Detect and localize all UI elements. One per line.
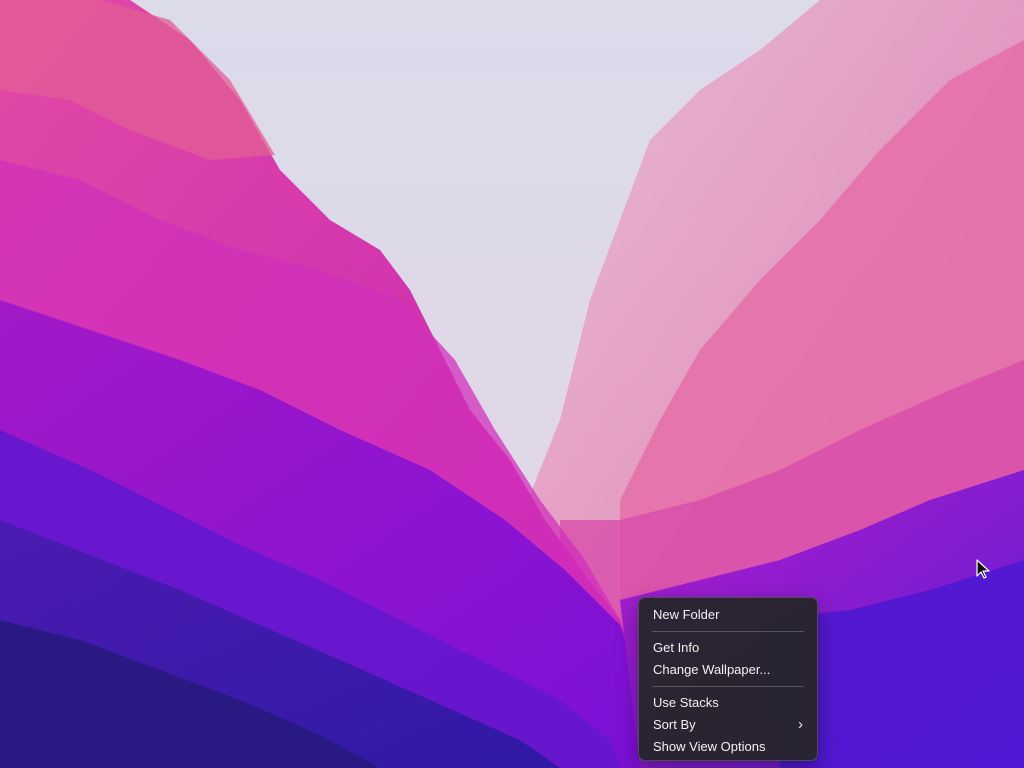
menu-item-label: Use Stacks [653, 695, 719, 710]
menu-item-change-wallpaper[interactable]: Change Wallpaper... [639, 659, 817, 681]
desktop-wallpaper[interactable] [0, 0, 1024, 768]
desktop-context-menu: New Folder Get Info Change Wallpaper... … [638, 597, 818, 761]
chevron-right-icon: › [798, 716, 803, 733]
menu-item-label: Change Wallpaper... [653, 662, 771, 677]
menu-item-label: Show View Options [653, 739, 766, 754]
menu-item-label: Sort By [653, 717, 696, 732]
mouse-pointer-icon [976, 559, 990, 579]
menu-separator [652, 686, 804, 687]
menu-item-sort-by[interactable]: Sort By › [639, 714, 817, 736]
menu-item-get-info[interactable]: Get Info [639, 637, 817, 659]
menu-item-show-view-options[interactable]: Show View Options [639, 736, 817, 758]
desktop[interactable]: New Folder Get Info Change Wallpaper... … [0, 0, 1024, 768]
menu-item-label: Get Info [653, 640, 700, 655]
menu-separator [652, 631, 804, 632]
menu-item-label: New Folder [653, 607, 720, 622]
menu-item-use-stacks[interactable]: Use Stacks [639, 692, 817, 714]
menu-item-new-folder[interactable]: New Folder [639, 604, 817, 626]
